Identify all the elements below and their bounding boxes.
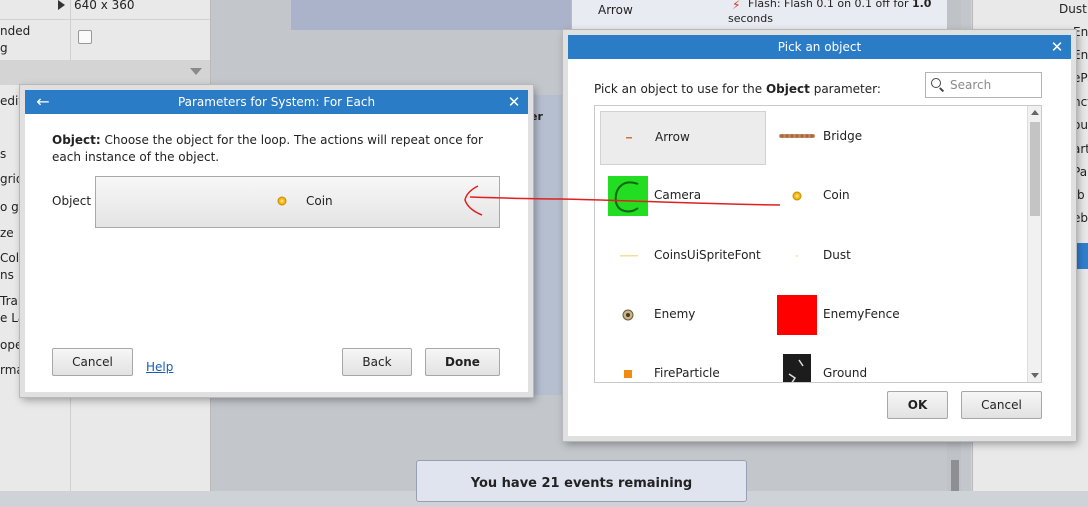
list-item-enemyfence[interactable]: EnemyFence (769, 289, 933, 341)
object-name: Ground (823, 366, 868, 380)
project-item[interactable]: Dust (1059, 2, 1087, 16)
object-name: Bridge (823, 129, 863, 143)
enemyfence-sprite-icon (777, 295, 817, 335)
object-list-scrollbar[interactable] (1027, 106, 1041, 382)
chevron-down-icon[interactable] (190, 68, 202, 75)
list-item-enemy[interactable]: Enemy (600, 289, 764, 341)
event-action: Flash: Flash 0.1 on 0.1 off for 1.0 (748, 0, 932, 10)
pick-prompt: Pick an object to use for the Object par… (594, 82, 881, 96)
dialog-title: Parameters for System: For Each (25, 90, 528, 114)
help-link[interactable]: Help (146, 360, 173, 374)
dust-sprite-icon (777, 236, 817, 276)
scroll-thumb[interactable] (1030, 122, 1040, 216)
arrow-sprite-icon (609, 118, 649, 158)
list-item-dust[interactable]: Dust (769, 230, 933, 282)
parameter-description: Object: Choose the object for the loop. … (52, 133, 483, 164)
list-item-bridge[interactable]: Bridge (769, 111, 933, 163)
close-icon[interactable]: ✕ (506, 90, 522, 114)
parameters-dialog: Parameters for System: For Each ← ✕ Obje… (20, 85, 533, 397)
event-object-name: Arrow (598, 3, 633, 17)
search-field[interactable] (925, 72, 1042, 98)
cancel-button[interactable]: Cancel (52, 348, 133, 376)
property-divider (0, 18, 210, 20)
object-name: Coin (823, 188, 850, 202)
property-key: nded (0, 24, 31, 38)
search-icon (931, 78, 941, 88)
scroll-down-icon[interactable] (1031, 373, 1039, 378)
back-button[interactable]: Back (342, 348, 412, 376)
parameter-label: Object (52, 194, 92, 208)
pick-object-dialog: Pick an object ✕ Pick an object to use f… (563, 30, 1076, 441)
object-name: Arrow (655, 130, 690, 144)
parameter-value: Coin (306, 194, 333, 208)
object-name: Dust (823, 248, 851, 262)
coin-icon (276, 195, 288, 207)
object-parameter-field[interactable]: Coin (95, 176, 500, 228)
flash-icon: ⚡ (732, 0, 741, 12)
object-list: Arrow Bridge Camera Coin CoinsUiSpriteFo… (594, 105, 1042, 383)
property-key: s (0, 147, 7, 161)
ground-tile-icon (777, 354, 817, 382)
list-item-camera[interactable]: Camera (600, 170, 764, 222)
list-item-arrow[interactable]: Arrow (600, 111, 766, 165)
dialog-title: Pick an object (568, 35, 1071, 59)
object-name: FireParticle (654, 366, 720, 380)
properties-section-header[interactable] (0, 60, 210, 85)
unbounded-checkbox[interactable] (78, 30, 92, 44)
object-name: EnemyFence (823, 307, 900, 321)
object-name: Enemy (654, 307, 696, 321)
property-key: ns (0, 268, 14, 282)
done-button[interactable]: Done (425, 348, 500, 376)
enemy-sprite-icon (608, 295, 648, 335)
bridge-sprite-icon (777, 117, 817, 157)
events-remaining-banner: You have 21 events remaining (416, 460, 747, 502)
list-item-ground[interactable]: Ground (769, 348, 933, 382)
search-input[interactable] (948, 75, 1040, 95)
property-value-size: 640 x 360 (74, 0, 135, 12)
list-item-fireparticle[interactable]: FireParticle (600, 348, 764, 382)
expand-triangle-icon[interactable] (58, 0, 65, 10)
list-item-coinsuispritefont[interactable]: CoinsUiSpriteFont (600, 230, 764, 282)
property-key: g (0, 41, 8, 55)
fireparticle-icon (608, 354, 648, 382)
coin-icon (777, 176, 817, 216)
property-key: ze (0, 226, 14, 240)
close-icon[interactable]: ✕ (1049, 35, 1065, 59)
cancel-button[interactable]: Cancel (961, 391, 1042, 419)
back-arrow-icon[interactable]: ← (33, 90, 53, 114)
scroll-up-icon[interactable] (1031, 110, 1039, 115)
event-sheet-scroll-thumb[interactable] (951, 460, 959, 491)
list-item-coin[interactable]: Coin (769, 170, 933, 222)
event-action-continued: seconds (728, 12, 773, 25)
object-name: CoinsUiSpriteFont (654, 248, 761, 262)
camera-sprite-icon (608, 176, 648, 216)
ok-button[interactable]: OK (887, 391, 948, 419)
spritefont-icon (608, 236, 648, 276)
object-name: Camera (654, 188, 702, 202)
